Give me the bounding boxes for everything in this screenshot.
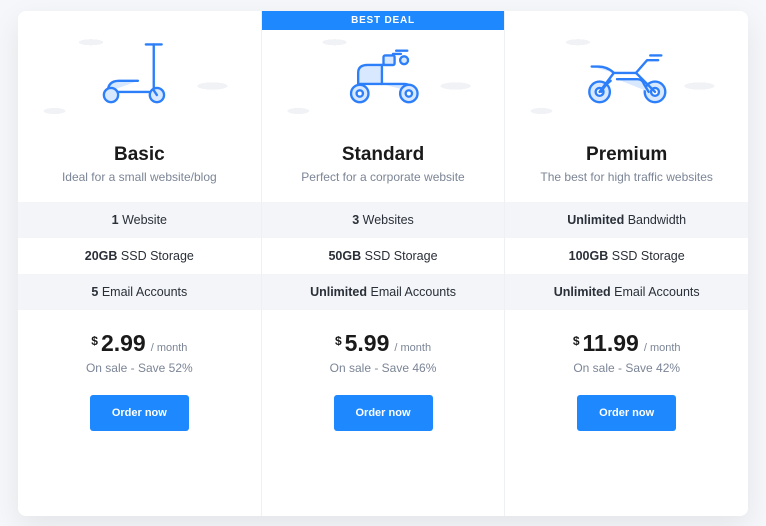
- plan-title: Premium: [515, 144, 738, 166]
- plan-subtitle: The best for high traffic websites: [515, 170, 738, 184]
- moped-icon: [336, 33, 431, 113]
- plan-title: Basic: [28, 144, 251, 166]
- plan-header: Standard Perfect for a corporate website: [262, 136, 505, 202]
- feature-row: Unlimited Bandwidth: [505, 202, 748, 238]
- plan-price: $ 11.99 / month On sale - Save 42%: [505, 310, 748, 381]
- sale-text: On sale - Save 52%: [28, 361, 251, 375]
- plan-features: 1 Website 20GB SSD Storage 5 Email Accou…: [18, 202, 261, 310]
- currency: $: [573, 334, 580, 348]
- pricing-table: Basic Ideal for a small website/blog 1 W…: [18, 11, 748, 516]
- plan-header: Premium The best for high traffic websit…: [505, 136, 748, 202]
- amount: 11.99: [583, 330, 639, 357]
- feature-row: 50GB SSD Storage: [262, 238, 505, 274]
- feature-row: 5 Email Accounts: [18, 274, 261, 310]
- plan-icon-area: [18, 11, 261, 136]
- plan-premium: Premium The best for high traffic websit…: [505, 11, 748, 516]
- motorcycle-icon: [579, 33, 674, 113]
- currency: $: [335, 334, 342, 348]
- scooter-icon: [92, 33, 187, 113]
- plan-subtitle: Perfect for a corporate website: [272, 170, 495, 184]
- period: / month: [394, 342, 431, 354]
- plan-price: $ 2.99 / month On sale - Save 52%: [18, 310, 261, 381]
- sale-text: On sale - Save 46%: [272, 361, 495, 375]
- cta-area: Order now: [505, 381, 748, 453]
- plan-features: 3 Websites 50GB SSD Storage Unlimited Em…: [262, 202, 505, 310]
- sale-text: On sale - Save 42%: [515, 361, 738, 375]
- order-button[interactable]: Order now: [90, 395, 189, 431]
- cta-area: Order now: [18, 381, 261, 453]
- plan-header: Basic Ideal for a small website/blog: [18, 136, 261, 202]
- plan-title: Standard: [272, 144, 495, 166]
- amount: 5.99: [345, 330, 390, 357]
- period: / month: [644, 342, 681, 354]
- plan-icon-area: [505, 11, 748, 136]
- cta-area: Order now: [262, 381, 505, 453]
- plan-standard: BEST DEAL Standard Perfect for: [262, 11, 506, 516]
- feature-row: 100GB SSD Storage: [505, 238, 748, 274]
- feature-row: Unlimited Email Accounts: [262, 274, 505, 310]
- plan-basic: Basic Ideal for a small website/blog 1 W…: [18, 11, 262, 516]
- feature-row: Unlimited Email Accounts: [505, 274, 748, 310]
- order-button[interactable]: Order now: [577, 395, 676, 431]
- feature-row: 3 Websites: [262, 202, 505, 238]
- plan-features: Unlimited Bandwidth 100GB SSD Storage Un…: [505, 202, 748, 310]
- order-button[interactable]: Order now: [334, 395, 433, 431]
- feature-row: 20GB SSD Storage: [18, 238, 261, 274]
- feature-row: 1 Website: [18, 202, 261, 238]
- currency: $: [91, 334, 98, 348]
- plan-subtitle: Ideal for a small website/blog: [28, 170, 251, 184]
- plan-price: $ 5.99 / month On sale - Save 46%: [262, 310, 505, 381]
- amount: 2.99: [101, 330, 146, 357]
- period: / month: [151, 342, 188, 354]
- plan-icon-area: [262, 11, 505, 136]
